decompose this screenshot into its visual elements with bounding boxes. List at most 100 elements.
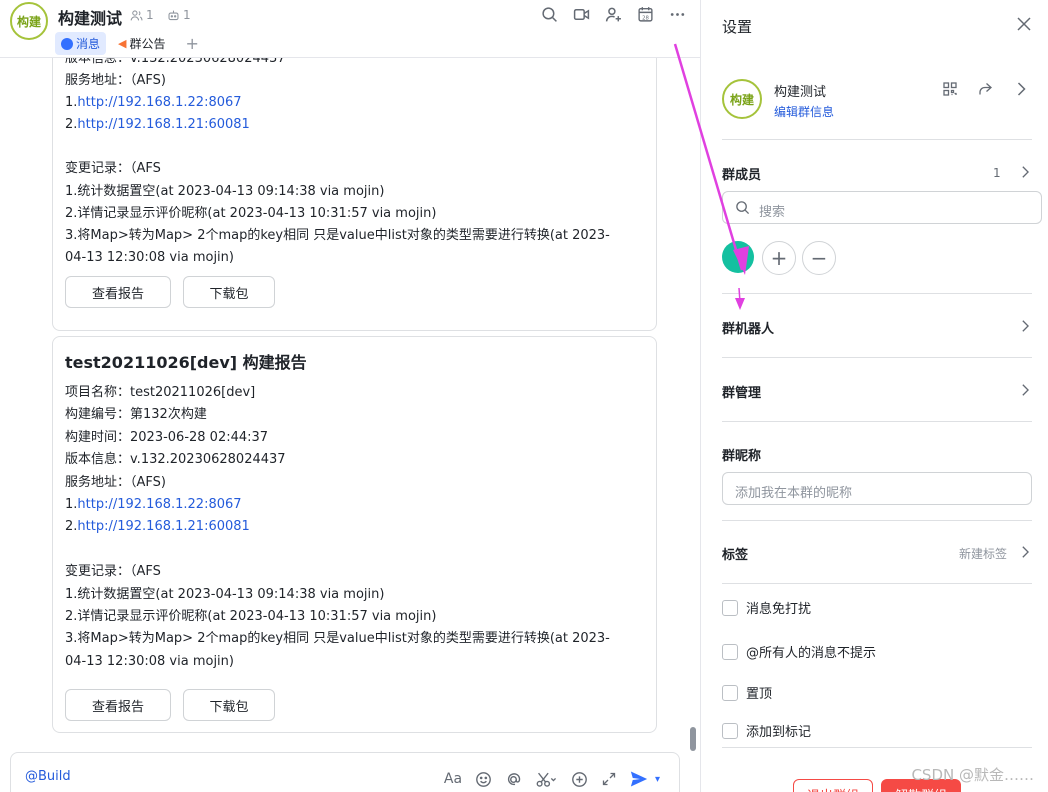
service-link[interactable]: http://192.168.1.22:8067 (77, 95, 241, 110)
chevron-right-icon[interactable] (1018, 545, 1032, 559)
composer-input[interactable]: @Build (25, 769, 71, 784)
card-title: test20211026[dev] 构建报告 (65, 353, 307, 372)
service-link[interactable]: http://192.168.1.21:60081 (77, 519, 249, 534)
view-report-button[interactable]: 查看报告 (65, 689, 171, 721)
card-line: 构建编号：第132次构建 (65, 407, 207, 422)
group-bots-label[interactable]: 群机器人 (722, 318, 774, 337)
message-composer[interactable]: @Build Aa ▾ (10, 752, 680, 792)
chat-tabs: 消息 ◀ 群公告 + (55, 32, 199, 55)
send-options-icon[interactable]: ▾ (655, 774, 660, 785)
link-prefix: 1. (65, 95, 78, 110)
add-member-icon[interactable] (604, 5, 622, 23)
member-count[interactable]: 1 (130, 8, 154, 22)
message-scrollbar[interactable] (690, 727, 696, 751)
settings-title: 设置 (722, 18, 753, 36)
watermark: CSDN @默金…… (911, 766, 1034, 784)
download-package-button[interactable]: 下载包 (183, 276, 275, 308)
qrcode-icon[interactable] (942, 81, 958, 97)
edit-group-info-link[interactable]: 编辑群信息 (774, 103, 834, 120)
checkbox-label: 消息免打扰 (746, 602, 812, 617)
card-line: 3.将Map>转为Map> 2个map的key相同 只是value中list对象… (65, 228, 610, 243)
calendar-icon[interactable]: 28 (636, 5, 654, 23)
text-format-icon[interactable]: Aa (443, 769, 463, 789)
message-list[interactable]: 版本信息：v.132.20230628024437 服务地址：（AFS) 1.h… (0, 58, 700, 748)
card-line: 变更记录：（AFS (65, 161, 161, 176)
settings-group-name: 构建测试 (774, 85, 827, 100)
card-line: 1.http://192.168.1.22:8067 (65, 94, 242, 112)
card-line: 04-13 12:30:08 via mojin) (65, 654, 234, 669)
mute-checkbox[interactable]: 消息免打扰 (722, 598, 811, 617)
card-line: 1.统计数据置空(at 2023-04-13 09:14:38 via moji… (65, 184, 385, 199)
bot-count-value: 1 (183, 8, 191, 22)
add-member-button[interactable]: + (762, 241, 796, 275)
search-icon (736, 201, 750, 215)
share-icon[interactable] (977, 81, 993, 97)
more-icon[interactable] (668, 5, 686, 23)
bot-count[interactable]: 1 (167, 8, 191, 22)
chat-pane: 构建 构建测试 1 1 消息 ◀ 群公告 + 28 版本信息：v.132.202… (0, 0, 700, 792)
card-line: 1.统计数据置空(at 2023-04-13 09:14:38 via moji… (65, 587, 385, 602)
members-count: 1 (993, 166, 1001, 180)
card-line: 04-13 12:30:08 via mojin) (65, 250, 234, 265)
expand-icon[interactable] (599, 769, 619, 789)
divider (722, 747, 1032, 748)
add-attachment-icon[interactable] (569, 769, 589, 789)
service-link[interactable]: http://192.168.1.22:8067 (77, 497, 241, 512)
card-line: 版本信息：v.132.20230628024437 (65, 452, 286, 467)
chevron-right-icon[interactable] (1018, 319, 1032, 333)
settings-panel: 设置 构建 构建测试 编辑群信息 群成员 1 搜索 + − 群机器人 群管理 群… (700, 0, 1048, 792)
mute-at-all-checkbox[interactable]: @所有人的消息不提示 (722, 642, 876, 661)
remove-member-button[interactable]: − (802, 241, 836, 275)
member-avatar[interactable] (722, 241, 754, 273)
divider (722, 357, 1032, 358)
checkbox-label: @所有人的消息不提示 (746, 646, 877, 661)
group-nickname-input[interactable]: 添加我在本群的昵称 (722, 472, 1032, 505)
checkbox-box[interactable] (722, 599, 738, 616)
divider (722, 139, 1032, 140)
screenshot-icon[interactable] (533, 769, 559, 789)
card-line: 服务地址：（AFS) (65, 73, 166, 88)
view-report-button[interactable]: 查看报告 (65, 276, 171, 308)
message-icon (61, 37, 73, 50)
chevron-right-icon[interactable] (1013, 81, 1029, 97)
add-tab-icon[interactable]: + (186, 34, 199, 53)
checkbox-box[interactable] (722, 722, 738, 739)
download-package-button[interactable]: 下载包 (183, 689, 275, 721)
checkbox-box[interactable] (722, 684, 738, 701)
checkbox-box[interactable] (722, 643, 738, 660)
card-line: 3.将Map>转为Map> 2个map的key相同 只是value中list对象… (65, 631, 610, 646)
tab-announcement[interactable]: ◀ 群公告 (112, 32, 171, 55)
settings-group-avatar[interactable]: 构建 (722, 79, 762, 119)
link-prefix: 2. (65, 519, 78, 534)
mention-icon[interactable] (503, 769, 523, 789)
video-icon[interactable] (572, 5, 590, 23)
card-line: 2.http://192.168.1.21:60081 (65, 518, 250, 536)
close-icon[interactable] (1016, 16, 1032, 32)
divider (722, 293, 1032, 294)
add-to-flag-checkbox[interactable]: 添加到标记 (722, 721, 811, 740)
pin-top-checkbox[interactable]: 置顶 (722, 683, 772, 702)
new-tag-link[interactable]: 新建标签 (959, 545, 1007, 562)
group-manage-label[interactable]: 群管理 (722, 382, 761, 401)
chevron-right-icon[interactable] (1018, 165, 1032, 179)
chevron-right-icon[interactable] (1018, 383, 1032, 397)
exit-group-button[interactable]: 退出群组 (793, 779, 873, 792)
tab-messages[interactable]: 消息 (55, 32, 107, 55)
divider (722, 421, 1032, 422)
card-line: 2.详情记录显示评价昵称(at 2023-04-13 10:31:57 via … (65, 206, 437, 221)
service-link[interactable]: http://192.168.1.21:60081 (77, 117, 249, 132)
card-line: 服务地址：（AFS) (65, 475, 166, 490)
members-label[interactable]: 群成员 (722, 164, 761, 183)
chat-title[interactable]: 构建测试 (58, 5, 122, 29)
search-icon[interactable] (540, 5, 558, 23)
group-avatar[interactable]: 构建 (10, 2, 48, 40)
member-search-input[interactable]: 搜索 (722, 191, 1042, 224)
checkbox-label: 添加到标记 (746, 725, 812, 740)
card-line: 版本信息：v.132.20230628024437 (65, 58, 286, 66)
build-report-card: 版本信息：v.132.20230628024437 服务地址：（AFS) 1.h… (52, 58, 657, 331)
composer-toolbar: Aa ▾ (443, 766, 671, 792)
emoji-icon[interactable] (473, 769, 493, 789)
send-button[interactable]: ▾ (629, 766, 671, 792)
member-count-value: 1 (146, 8, 154, 22)
card-line: 2.http://192.168.1.21:60081 (65, 116, 250, 134)
